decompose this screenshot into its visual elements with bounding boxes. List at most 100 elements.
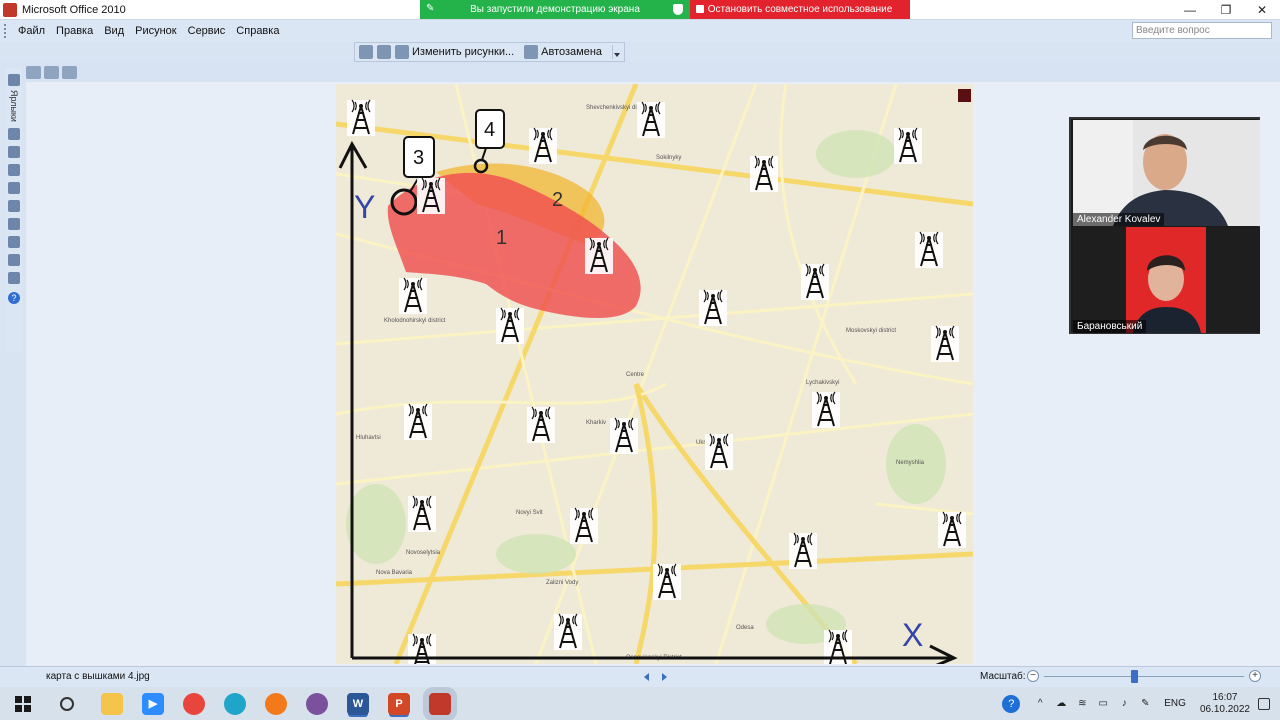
stop-icon xyxy=(696,5,704,13)
toolbar-grip[interactable] xyxy=(4,24,8,38)
video-tile-participant-1[interactable]: Alexander Kovalev xyxy=(1073,120,1260,226)
close-button[interactable]: ✕ xyxy=(1244,0,1280,20)
shortcuts-toolbar: Ярлыки ? xyxy=(6,68,22,352)
sharing-status[interactable]: ✎ Вы запустили демонстрацию экрана xyxy=(420,0,690,19)
zoom-slider-thumb[interactable] xyxy=(1131,670,1138,683)
window-controls: — ❐ ✕ xyxy=(1172,0,1280,20)
zoom-icon[interactable]: ▶ xyxy=(142,692,164,715)
help-icon[interactable]: ? xyxy=(1002,694,1021,713)
edit-pictures-button[interactable]: Изменить рисунки... xyxy=(395,45,514,59)
volume-icon[interactable]: ♪ xyxy=(1118,698,1130,709)
menu-view[interactable]: Вид xyxy=(104,25,124,37)
picture-manager-icon[interactable] xyxy=(423,686,457,720)
ask-question-input[interactable]: Введите вопрос xyxy=(1132,22,1272,39)
copy-icon[interactable] xyxy=(8,199,20,212)
onedrive-icon[interactable]: ☁ xyxy=(1055,698,1067,709)
menu-picture[interactable]: Рисунок xyxy=(135,25,177,37)
toolbar-options-button[interactable] xyxy=(612,45,621,59)
firefox-icon[interactable] xyxy=(265,692,287,715)
participant-2-name: Барановський xyxy=(1073,320,1147,333)
district-label: Novoselytsia xyxy=(406,550,441,556)
edge-icon[interactable] xyxy=(224,692,246,715)
callout-4-label: 4 xyxy=(484,119,495,141)
next-image-button[interactable] xyxy=(658,671,672,683)
cell-tower-icon xyxy=(699,289,727,326)
cell-tower-icon xyxy=(894,127,922,164)
map-park-area xyxy=(816,130,896,178)
shortcut-folder-icon[interactable] xyxy=(8,74,20,86)
menu-file[interactable]: Файл xyxy=(18,25,45,37)
cell-tower-icon xyxy=(585,237,613,274)
filmstrip-view-icon[interactable] xyxy=(44,65,59,79)
map-road xyxy=(534,84,758,664)
minimize-button[interactable]: — xyxy=(1172,0,1208,20)
wifi-icon[interactable]: ≋ xyxy=(1076,698,1088,709)
cut-icon[interactable] xyxy=(8,181,20,194)
cell-tower-icon xyxy=(570,507,598,544)
callout-4: 4 xyxy=(473,109,505,174)
rotate-left-icon[interactable] xyxy=(359,45,373,59)
cell-tower-icon xyxy=(527,406,555,443)
help-icon[interactable]: ? xyxy=(8,291,20,304)
menu-edit[interactable]: Правка xyxy=(56,25,93,37)
map-park-area xyxy=(496,534,576,574)
cell-tower-icon xyxy=(801,263,829,300)
powerpoint-icon[interactable]: P xyxy=(388,692,410,715)
map-park-area xyxy=(346,484,406,564)
delete-icon[interactable] xyxy=(8,235,20,248)
chevron-up-icon[interactable]: ^ xyxy=(1034,698,1046,709)
map-image[interactable]: Kholodnohirskyi district Novoselytsia Zali… xyxy=(336,84,973,664)
cell-tower-icon xyxy=(750,155,778,192)
redo-icon[interactable] xyxy=(8,271,20,284)
language-indicator[interactable]: ENG xyxy=(1164,698,1186,709)
cell-tower-icon xyxy=(812,391,840,428)
district-label: Centre xyxy=(626,372,645,378)
viber-icon[interactable] xyxy=(306,692,328,715)
menu-tools[interactable]: Сервис xyxy=(188,25,226,37)
stop-sharing-text: Остановить совместное использование xyxy=(707,4,893,15)
maximize-button[interactable]: ❐ xyxy=(1208,0,1244,20)
autocorrect-button[interactable]: Автозамена xyxy=(524,45,602,59)
picture-toolbar: Изменить рисунки... Автозамена xyxy=(354,42,626,62)
single-view-icon[interactable] xyxy=(62,65,77,79)
system-tray: ? ^ ☁ ≋ ▭ ♪ ✎ ENG 16:07 06.10.2022 xyxy=(1002,687,1270,720)
shortcuts-label: Ярлыки xyxy=(9,90,19,122)
zoom-slider-track[interactable] xyxy=(1044,676,1244,677)
video-tile-participant-2[interactable]: Барановський xyxy=(1073,227,1260,333)
participant-1-name: Alexander Kovalev xyxy=(1073,213,1165,226)
cell-tower-icon xyxy=(653,563,681,600)
district-label: Hluhavtsi xyxy=(356,435,381,441)
paste-icon[interactable] xyxy=(8,217,20,230)
email-icon[interactable] xyxy=(8,163,20,176)
y-axis-label: Y xyxy=(354,189,375,225)
print-icon[interactable] xyxy=(8,145,20,158)
thumbnail-view-icon[interactable] xyxy=(26,65,41,79)
participant-2-video xyxy=(1073,227,1260,333)
notifications-icon[interactable] xyxy=(1258,697,1270,710)
district-label: Kholodnohirskyi district xyxy=(384,318,446,324)
zoom-in-button[interactable]: + xyxy=(1249,670,1261,682)
undo-icon[interactable] xyxy=(8,253,20,266)
district-label: Lychakivskyi xyxy=(806,380,839,386)
video-panel[interactable]: Alexander Kovalev Барановський xyxy=(1069,117,1260,334)
save-icon[interactable] xyxy=(8,127,20,140)
clock[interactable]: 16:07 06.10.2022 xyxy=(1200,692,1250,716)
file-explorer-icon[interactable] xyxy=(101,692,123,715)
start-button[interactable] xyxy=(15,695,31,712)
battery-icon[interactable]: ▭ xyxy=(1097,698,1109,709)
stop-sharing-button[interactable]: Остановить совместное использование xyxy=(690,0,910,19)
cell-tower-icon xyxy=(789,532,817,569)
rotate-right-icon[interactable] xyxy=(377,45,391,59)
autocorrect-label: Автозамена xyxy=(541,46,603,58)
word-icon[interactable]: W xyxy=(347,692,369,715)
chrome-icon[interactable] xyxy=(183,692,205,715)
menu-help[interactable]: Справка xyxy=(236,25,279,37)
cell-tower-icon xyxy=(938,511,966,548)
previous-image-button[interactable] xyxy=(640,671,654,683)
search-icon[interactable] xyxy=(60,696,74,711)
pen-icon[interactable]: ✎ xyxy=(1139,698,1151,709)
cell-tower-icon xyxy=(496,307,524,344)
zoom-out-button[interactable]: − xyxy=(1027,670,1039,682)
pen-icon: ✎ xyxy=(426,3,435,14)
cell-tower-icon xyxy=(408,495,436,532)
